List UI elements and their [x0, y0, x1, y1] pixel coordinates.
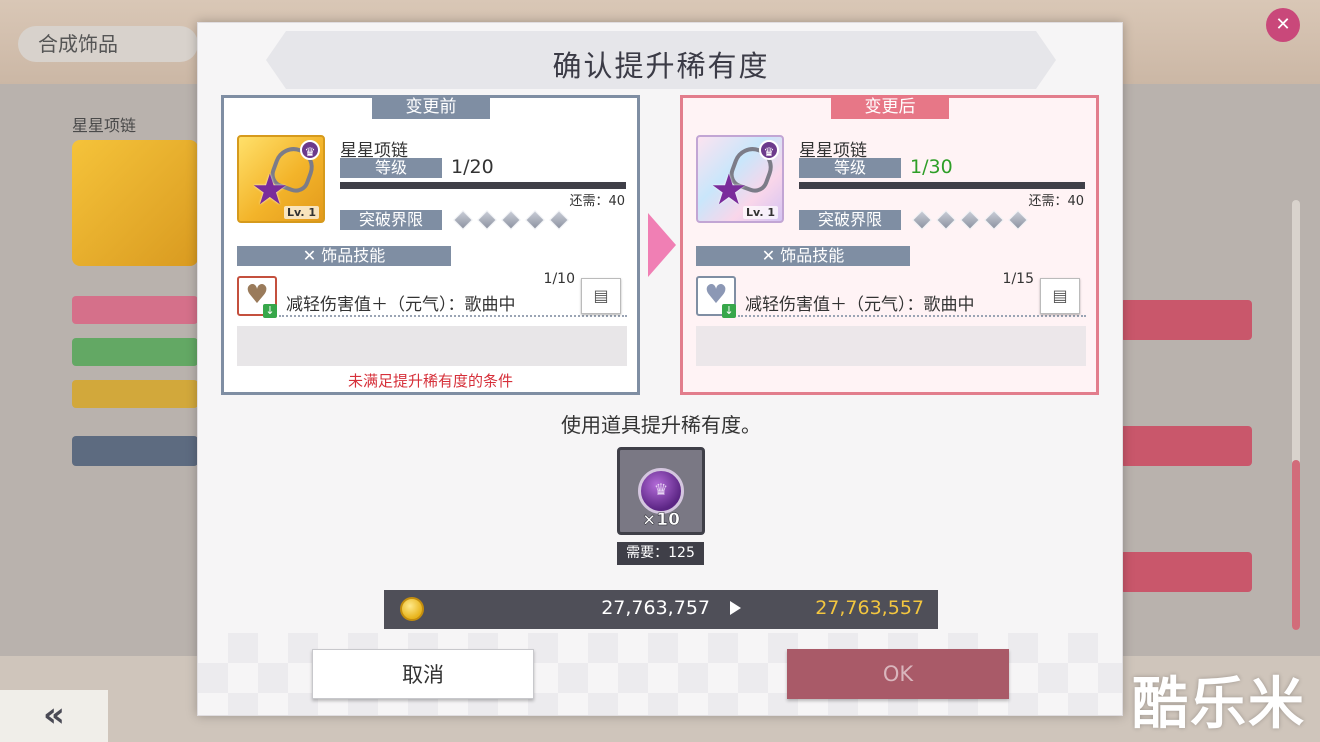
- close-icon[interactable]: ✕: [1266, 8, 1300, 42]
- crown-icon: ♛: [300, 140, 320, 160]
- money-after: 27,763,557: [815, 597, 924, 619]
- coin-icon: [400, 597, 424, 621]
- diamond-icon: [525, 210, 545, 230]
- material-quantity: ×10: [642, 510, 680, 531]
- background-item-name: 星星项链: [72, 116, 137, 135]
- skill-header: ✕ 饰品技能: [237, 246, 451, 266]
- before-tag: 变更前: [372, 95, 490, 119]
- play-arrow-icon: [730, 601, 741, 615]
- background-right-button: [1120, 300, 1252, 340]
- skill-header: ✕ 饰品技能: [696, 246, 910, 266]
- background-item-card: [72, 140, 198, 266]
- diamond-icon: [936, 210, 956, 230]
- comment-icon: ▤: [1052, 286, 1068, 305]
- crown-orb-icon: ♛: [638, 468, 684, 514]
- diamond-icon: [477, 210, 497, 230]
- after-panel: 变更后 ★ ♛ Lv. 1 星星项链 等级 1/30 还需：40 突破界限 ✕ …: [680, 95, 1099, 395]
- cancel-button[interactable]: 取消: [312, 649, 534, 699]
- diamond-icon: [501, 210, 521, 230]
- remaining-exp: 还需：40: [1028, 194, 1084, 209]
- diamond-icon: [912, 210, 932, 230]
- background-right-button: [1120, 426, 1252, 466]
- material-need: 需要：125: [617, 542, 704, 565]
- empty-slot: [237, 326, 627, 366]
- skill-level: 1/10: [543, 271, 575, 287]
- before-panel: 变更前 ★ ♛ Lv. 1 星星项链 等级 1/20 还需：40 突破界限 ✕ …: [221, 95, 640, 395]
- warning-text: 未满足提升稀有度的条件: [347, 372, 513, 390]
- star-icon: ★: [251, 165, 289, 214]
- comment-icon: ▤: [593, 286, 609, 305]
- use-item-text: 使用道具提升稀有度。: [561, 413, 761, 437]
- diamond-icon: [453, 210, 473, 230]
- limit-break-label: 突破界限: [799, 210, 901, 230]
- skill-level: 1/15: [1002, 271, 1034, 287]
- confirm-rarity-dialog: 确认提升稀有度 变更前 ★ ♛ Lv. 1 星星项链 等级 1/20 还需：40…: [197, 22, 1123, 716]
- level-progress-bar: [799, 182, 1085, 189]
- skill-text: 减轻伤害值＋（元气）：歌曲中: [745, 295, 975, 315]
- diamond-icon: [960, 210, 980, 230]
- level-value: 1/20: [451, 156, 494, 178]
- background-pill-yellow: [72, 380, 198, 408]
- background-right-button: [1120, 552, 1252, 592]
- background-pill-grey: [72, 436, 198, 466]
- skill-text: 减轻伤害值＋（元气）：歌曲中: [286, 295, 516, 315]
- empty-slot: [696, 326, 1086, 366]
- accessory-card-before[interactable]: ★ ♛ Lv. 1: [237, 135, 325, 223]
- diamond-icon: [1008, 210, 1028, 230]
- card-level: Lv. 1: [743, 206, 778, 219]
- money-current: 27,763,757: [601, 597, 710, 619]
- limit-break-label: 突破界限: [340, 210, 442, 230]
- level-value: 1/30: [910, 156, 953, 178]
- material-item[interactable]: ♛ ×10: [617, 447, 705, 535]
- crown-icon: ♛: [759, 140, 779, 160]
- money-bar: 27,763,757 27,763,557: [384, 590, 938, 629]
- background-pill-pink: [72, 296, 198, 324]
- skill-detail-button[interactable]: ▤: [1040, 278, 1080, 314]
- after-tag: 变更后: [831, 95, 949, 119]
- ok-button[interactable]: OK: [787, 649, 1009, 699]
- dialog-title: 确认提升稀有度: [552, 49, 770, 83]
- diamond-icon: [549, 210, 569, 230]
- level-label: 等级: [799, 158, 901, 178]
- star-icon: ★: [710, 165, 748, 214]
- down-arrow-icon: ↓: [722, 304, 736, 318]
- background-scrollbar-thumb: [1292, 460, 1300, 630]
- limit-break-diamonds: [453, 210, 569, 230]
- remaining-exp: 还需：40: [569, 194, 625, 209]
- dotted-divider: [279, 315, 627, 317]
- background-screen-title: 合成饰品: [18, 26, 198, 62]
- level-label: 等级: [340, 158, 442, 178]
- background-pill-green: [72, 338, 198, 366]
- card-level: Lv. 1: [284, 206, 319, 219]
- arrow-right-icon: [648, 213, 676, 277]
- limit-break-diamonds: [912, 210, 1028, 230]
- accessory-card-after[interactable]: ★ ♛ Lv. 1: [696, 135, 784, 223]
- diamond-icon: [984, 210, 1004, 230]
- level-progress-bar: [340, 182, 626, 189]
- skill-detail-button[interactable]: ▤: [581, 278, 621, 314]
- down-arrow-icon: ↓: [263, 304, 277, 318]
- dotted-divider: [738, 315, 1086, 317]
- back-button[interactable]: «: [0, 690, 108, 742]
- watermark: 酷乐米: [1132, 672, 1306, 737]
